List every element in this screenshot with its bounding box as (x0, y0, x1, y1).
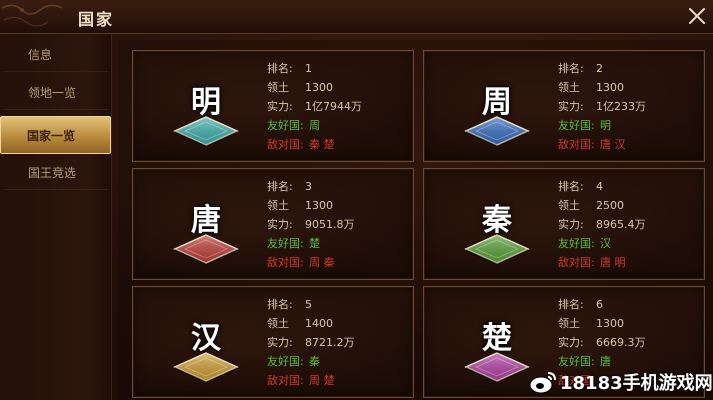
country-card[interactable]: 明 排名: 1 领土 1300 实力: 1亿7944万 友好国: 周 敌对国: 秦 楚 (132, 50, 414, 162)
ornament-icon (1, 4, 63, 27)
country-glyph: 楚 (482, 321, 512, 356)
sidebar-item-territory-list[interactable]: 领地一览 (4, 76, 108, 110)
country-emblem: 唐 (171, 189, 241, 265)
territory-label: 领土 (267, 81, 289, 94)
sidebar-item-info[interactable]: 信息 (4, 38, 108, 72)
power-label: 实力: (558, 218, 584, 231)
territory-value: 1300 (305, 81, 333, 94)
power-value: 8965.4万 (596, 218, 646, 231)
sidebar-item-label: 领地一览 (28, 86, 77, 100)
rank-label: 排名: (558, 298, 584, 311)
hostile-label: 敌对国: (267, 374, 304, 387)
close-icon[interactable] (684, 3, 710, 29)
power-label: 实力: (267, 218, 293, 231)
watermark: 18183手机游戏网 (528, 368, 713, 396)
window-title: 国家 (78, 10, 115, 29)
country-glyph: 周 (482, 85, 512, 120)
country-card[interactable]: 周 排名: 2 领土 1300 实力: 1亿233万 友好国: 明 敌对国: 唐 汉 (423, 50, 705, 162)
country-emblem: 楚 (462, 307, 532, 383)
friendly-value: 周 (309, 119, 320, 132)
territory-label: 领土 (558, 81, 580, 94)
rank-value: 3 (305, 180, 312, 193)
sidebar-item-label: 国家一览 (27, 128, 76, 143)
country-window: 国家 信息 领地一览 国家一览 国王竞选 明 排名: 1 领土 1300 实力:… (0, 0, 713, 400)
territory-label: 领土 (267, 317, 289, 330)
hostile-value: 唐 汉 (600, 138, 626, 151)
friendly-label: 友好国: (558, 237, 595, 250)
friendly-value: 楚 (309, 237, 320, 250)
country-emblem: 秦 (462, 189, 532, 265)
territory-value: 1300 (305, 199, 333, 212)
friendly-value: 秦 (309, 355, 320, 368)
territory-value: 1300 (596, 317, 624, 330)
territory-label: 领土 (558, 199, 580, 212)
friendly-value: 汉 (600, 237, 611, 250)
country-glyph: 明 (191, 85, 221, 120)
hostile-value: 唐 明 (600, 256, 626, 269)
rank-value: 2 (596, 62, 603, 75)
hostile-value: 周 楚 (309, 374, 335, 387)
power-label: 实力: (558, 336, 584, 349)
power-value: 1亿7944万 (305, 100, 362, 113)
power-label: 实力: (558, 100, 584, 113)
weibo-icon (529, 372, 556, 394)
sidebar-item-country-list[interactable]: 国家一览 (0, 116, 111, 154)
country-info: 排名: 3 领土 1300 实力: 9051.8万 友好国: 楚 敌对国: 周 秦 (267, 177, 407, 272)
country-card[interactable]: 汉 排名: 5 领土 1400 实力: 8721.2万 友好国: 秦 敌对国: 周 楚 (132, 286, 414, 398)
friendly-value: 明 (600, 119, 611, 132)
country-card[interactable]: 唐 排名: 3 领土 1300 实力: 9051.8万 友好国: 楚 敌对国: 周 秦 (132, 168, 414, 280)
territory-value: 1400 (305, 317, 333, 330)
rank-label: 排名: (267, 62, 293, 75)
country-emblem: 周 (462, 71, 532, 147)
title-bar: 国家 (0, 0, 713, 34)
rank-label: 排名: (267, 180, 293, 193)
power-value: 9051.8万 (305, 218, 355, 231)
rank-value: 1 (305, 62, 312, 75)
friendly-label: 友好国: (267, 237, 304, 250)
hostile-value: 周 秦 (309, 256, 335, 269)
country-info: 排名: 4 领土 2500 实力: 8965.4万 友好国: 汉 敌对国: 唐 明 (558, 177, 698, 272)
sidebar-item-label: 信息 (28, 48, 53, 62)
power-label: 实力: (267, 336, 293, 349)
sidebar-item-king-election[interactable]: 国王竞选 (4, 156, 108, 190)
hostile-value: 秦 楚 (309, 138, 335, 151)
close-button[interactable] (684, 3, 710, 29)
power-value: 1亿233万 (596, 100, 646, 113)
territory-label: 领土 (558, 317, 580, 330)
country-glyph: 汉 (191, 321, 221, 356)
hostile-label: 敌对国: (267, 138, 304, 151)
power-value: 6669.3万 (596, 336, 646, 349)
rank-value: 5 (305, 298, 312, 311)
sidebar: 信息 领地一览 国家一览 国王竞选 (0, 34, 112, 400)
country-info: 排名: 1 领土 1300 实力: 1亿7944万 友好国: 周 敌对国: 秦 楚 (267, 59, 407, 154)
country-card[interactable]: 秦 排名: 4 领土 2500 实力: 8965.4万 友好国: 汉 敌对国: 唐 明 (423, 168, 705, 280)
country-glyph: 秦 (482, 203, 512, 238)
sidebar-item-label: 国王竞选 (28, 166, 77, 180)
power-label: 实力: (267, 100, 293, 113)
rank-label: 排名: (558, 180, 584, 193)
country-info: 排名: 2 领土 1300 实力: 1亿233万 友好国: 明 敌对国: 唐 汉 (558, 59, 698, 154)
country-emblem: 明 (171, 71, 241, 147)
rank-value: 6 (596, 298, 603, 311)
rank-label: 排名: (558, 62, 584, 75)
country-info: 排名: 5 领土 1400 实力: 8721.2万 友好国: 秦 敌对国: 周 楚 (267, 295, 407, 390)
rank-label: 排名: (267, 298, 293, 311)
hostile-label: 敌对国: (558, 138, 595, 151)
territory-label: 领土 (267, 199, 289, 212)
territory-value: 1300 (596, 81, 624, 94)
friendly-label: 友好国: (558, 119, 595, 132)
watermark-text: 18183手机游戏网 (560, 373, 713, 394)
rank-value: 4 (596, 180, 603, 193)
hostile-label: 敌对国: (267, 256, 304, 269)
country-list: 明 排名: 1 领土 1300 实力: 1亿7944万 友好国: 周 敌对国: 秦 楚 (118, 40, 713, 400)
country-emblem: 汉 (171, 307, 241, 383)
friendly-label: 友好国: (267, 355, 304, 368)
hostile-label: 敌对国: (558, 256, 595, 269)
power-value: 8721.2万 (305, 336, 355, 349)
friendly-label: 友好国: (267, 119, 304, 132)
territory-value: 2500 (596, 199, 624, 212)
country-glyph: 唐 (191, 203, 221, 238)
